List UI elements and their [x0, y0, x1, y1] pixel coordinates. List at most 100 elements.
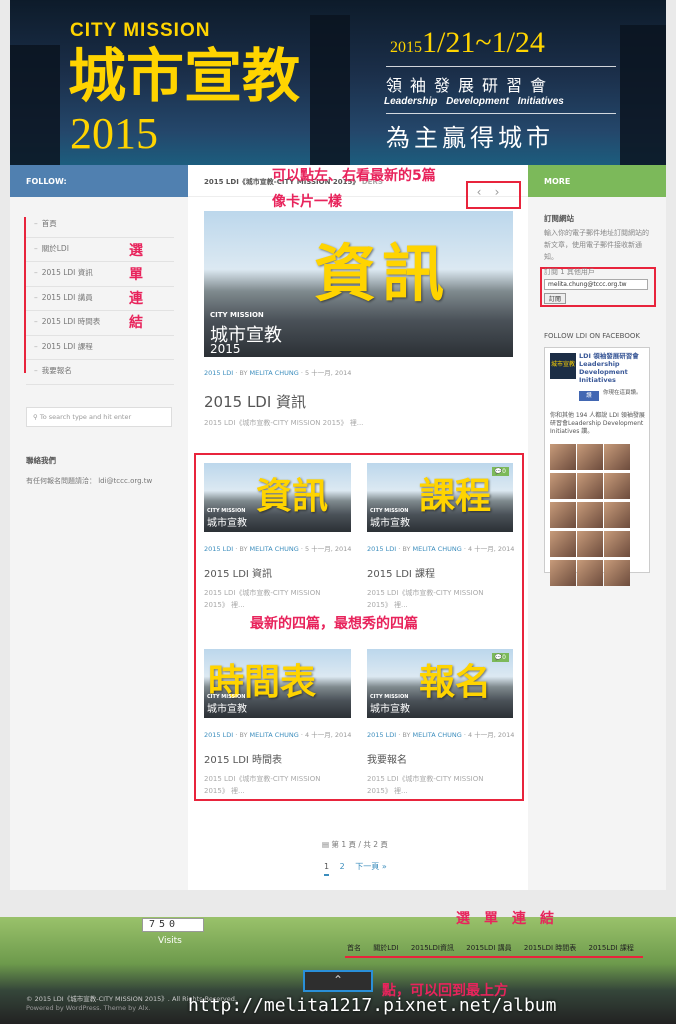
avatar[interactable] — [604, 502, 630, 528]
more-bar: MORE — [528, 165, 666, 197]
right-sidebar: 訂閱網站 輸入你的電子郵件地址訂閱網站的新文章，使用電子郵件接收新通知。 訂閱 … — [528, 197, 666, 890]
left-sidebar: 首頁 關於LDI 2015 LDI 資訊 2015 LDI 講員 2015 LD… — [10, 197, 188, 890]
post-excerpt: 2015 LDI《城市宣教-CITY MISSION 2015》 裡... — [204, 589, 321, 609]
avatar[interactable] — [604, 473, 630, 499]
search-icon: ⚲ — [33, 413, 40, 421]
banner-ldi-en: Leadership Development Initiatives — [384, 96, 564, 107]
featured-image[interactable]: 資訊 CITY MISSION 城市宣教 2015 — [204, 211, 513, 357]
avatar[interactable] — [577, 473, 603, 499]
avatar[interactable] — [604, 444, 630, 470]
avatar[interactable] — [604, 560, 630, 586]
annotation-bar — [24, 217, 26, 373]
post-image[interactable]: 資訊 CITY MISSION 城市宣教 — [204, 463, 351, 532]
sidebar-item-speakers[interactable]: 2015 LDI 講員 — [26, 287, 174, 311]
post-meta: 2015 LDI · BY MELITA CHUNG · 4 十一月, 2014 — [367, 545, 515, 553]
chevron-right-icon[interactable]: › — [488, 185, 506, 199]
post-excerpt: 2015 LDI《城市宣教-CITY MISSION 2015》 裡... — [367, 775, 484, 795]
sidebar-menu: 首頁 關於LDI 2015 LDI 資訊 2015 LDI 講員 2015 LD… — [26, 213, 174, 385]
pagination-info: ▤ 第 1 頁 / 共 2 頁 — [322, 840, 388, 849]
banner-ldi-cn: 領袖發展研習會 — [386, 76, 555, 95]
facebook-like-text: 你現在這頁讚。 — [603, 390, 642, 396]
avatar[interactable] — [550, 560, 576, 586]
footer-link[interactable]: 2015LDI資訊 — [411, 944, 454, 952]
footer-link[interactable]: 2015LDI 講員 — [466, 944, 511, 952]
footer-nav: 首名 關於LDI 2015LDI資訊 2015LDI 講員 2015LDI 時間… — [347, 943, 644, 953]
comment-count-badge: 💬0 — [491, 467, 509, 476]
annotation-slider-hint: 可以點左、右看最新的5篇 — [272, 168, 436, 184]
banner-year: 2015 — [70, 109, 158, 158]
post-image[interactable]: 時間表 CITY MISSION 城市宣教 — [204, 649, 351, 718]
visit-counter: 750 — [142, 918, 204, 932]
post-title[interactable]: 我要報名 — [367, 751, 407, 766]
annotation-menu-links: 選單連結 — [129, 243, 143, 331]
footer-link[interactable]: 首名 — [347, 944, 361, 952]
sidebar-item-courses[interactable]: 2015 LDI 課程 — [26, 336, 174, 360]
subscribe-text: 輸入你的電子郵件地址訂閱網站的新文章，使用電子郵件接收新通知。 — [544, 229, 649, 261]
annotation-latest-four: 最新的四篇，最想秀的四篇 — [250, 616, 418, 632]
avatar[interactable] — [577, 560, 603, 586]
avatar[interactable] — [577, 444, 603, 470]
footer-link[interactable]: 關於LDI — [373, 944, 398, 952]
post-title[interactable]: 2015 LDI 資訊 — [204, 565, 272, 580]
skyline-building — [620, 25, 666, 165]
visits-label: Visits — [158, 936, 182, 946]
chevron-up-icon: ⌃ — [332, 973, 344, 987]
watermark: http://melita1217.pixnet.net/album — [188, 995, 557, 1016]
next-page-link[interactable]: 下一頁 » — [355, 862, 386, 871]
footer-link[interactable]: 2015LDI 時間表 — [524, 944, 576, 952]
subscribe-title: 訂閱網站 — [544, 214, 574, 223]
sidebar-item-info[interactable]: 2015 LDI 資訊 — [26, 262, 174, 287]
banner-motto: 為主贏得城市 — [386, 124, 554, 152]
powered-by: Powered by WordPress. Theme by Alx. — [26, 1004, 151, 1012]
facebook-page-logo[interactable]: 城市宣教 — [550, 353, 576, 379]
annotation-underline — [345, 956, 643, 958]
post-image[interactable]: 報名 💬0 CITY MISSION 城市宣教 — [367, 649, 513, 718]
facebook-like-button[interactable]: 讚 — [579, 391, 599, 401]
comment-count-badge: 💬0 — [491, 653, 509, 662]
avatar[interactable] — [550, 531, 576, 557]
avatar[interactable] — [550, 502, 576, 528]
facebook-like-count: 你和其他 194 人都說 LDI 領袖發展研習會Leadership Devel… — [550, 412, 645, 435]
facebook-widget: 城市宣教 LDI 領袖發展研習會Leadership Development I… — [544, 347, 650, 586]
post-meta: 2015 LDI · BY MELITA CHUNG · 4 十一月, 2014 — [204, 731, 352, 739]
post-meta: 2015 LDI · BY MELITA CHUNG · 5 十一月, 2014 — [204, 545, 352, 553]
avatar[interactable] — [604, 531, 630, 557]
annotation-footer-links: 選 單 連 結 — [456, 911, 554, 927]
chevron-left-icon[interactable]: ‹ — [470, 185, 488, 199]
avatar[interactable] — [550, 444, 576, 470]
avatar[interactable] — [577, 502, 603, 528]
page-1-link[interactable]: 1 — [324, 862, 330, 876]
avatar[interactable] — [550, 473, 576, 499]
banner-divider — [386, 113, 616, 114]
contact-title: 聯絡我們 — [26, 456, 56, 465]
sidebar-item-home[interactable]: 首頁 — [26, 213, 174, 238]
search-input[interactable]: ⚲ To search type and hit enter — [26, 407, 172, 427]
back-to-top-button[interactable]: ⌃ — [303, 970, 373, 992]
facebook-page-name[interactable]: LDI 領袖發展研習會Leadership Development Initia… — [579, 352, 647, 384]
slider-controls: ‹ › — [470, 185, 518, 203]
sidebar-item-schedule[interactable]: 2015 LDI 時間表 — [26, 311, 174, 336]
banner-city-mission: CITY MISSION — [70, 20, 211, 41]
pagination: 1 2 下一頁 » — [324, 861, 395, 876]
header-banner[interactable]: CITY MISSION 城市宣教 2015 20151/21~1/24 領袖發… — [10, 0, 666, 165]
banner-divider — [386, 66, 616, 67]
subscribe-count: 訂閱 1 其他用戶 — [544, 268, 595, 276]
main-content: 2015 LDI《城市宣教-CITY MISSION 2015》 DERS 可以… — [188, 168, 528, 890]
avatar[interactable] — [577, 531, 603, 557]
annotation-slider-hint2: 像卡片一樣 — [272, 194, 342, 210]
facebook-faces — [550, 444, 646, 589]
page-2-link[interactable]: 2 — [340, 862, 345, 871]
post-title[interactable]: 2015 LDI 時間表 — [204, 751, 282, 766]
subscribe-button[interactable]: 訂閱 — [544, 293, 566, 304]
post-title[interactable]: 2015 LDI 課程 — [367, 565, 435, 580]
skyline-building — [310, 15, 350, 165]
banner-dates: 20151/21~1/24 — [390, 26, 545, 59]
email-field[interactable]: melita.chung@tccc.org.tw — [544, 279, 648, 290]
sidebar-item-about[interactable]: 關於LDI — [26, 238, 174, 262]
post-image[interactable]: 課程 💬0 CITY MISSION 城市宣教 — [367, 463, 513, 532]
featured-title[interactable]: 2015 LDI 資訊 — [204, 391, 306, 412]
post-excerpt: 2015 LDI《城市宣教-CITY MISSION 2015》 裡... — [367, 589, 484, 609]
sidebar-item-register[interactable]: 我要報名 — [26, 360, 174, 385]
follow-bar: FOLLOW: — [10, 165, 188, 197]
footer-link[interactable]: 2015LDI 課程 — [589, 944, 634, 952]
